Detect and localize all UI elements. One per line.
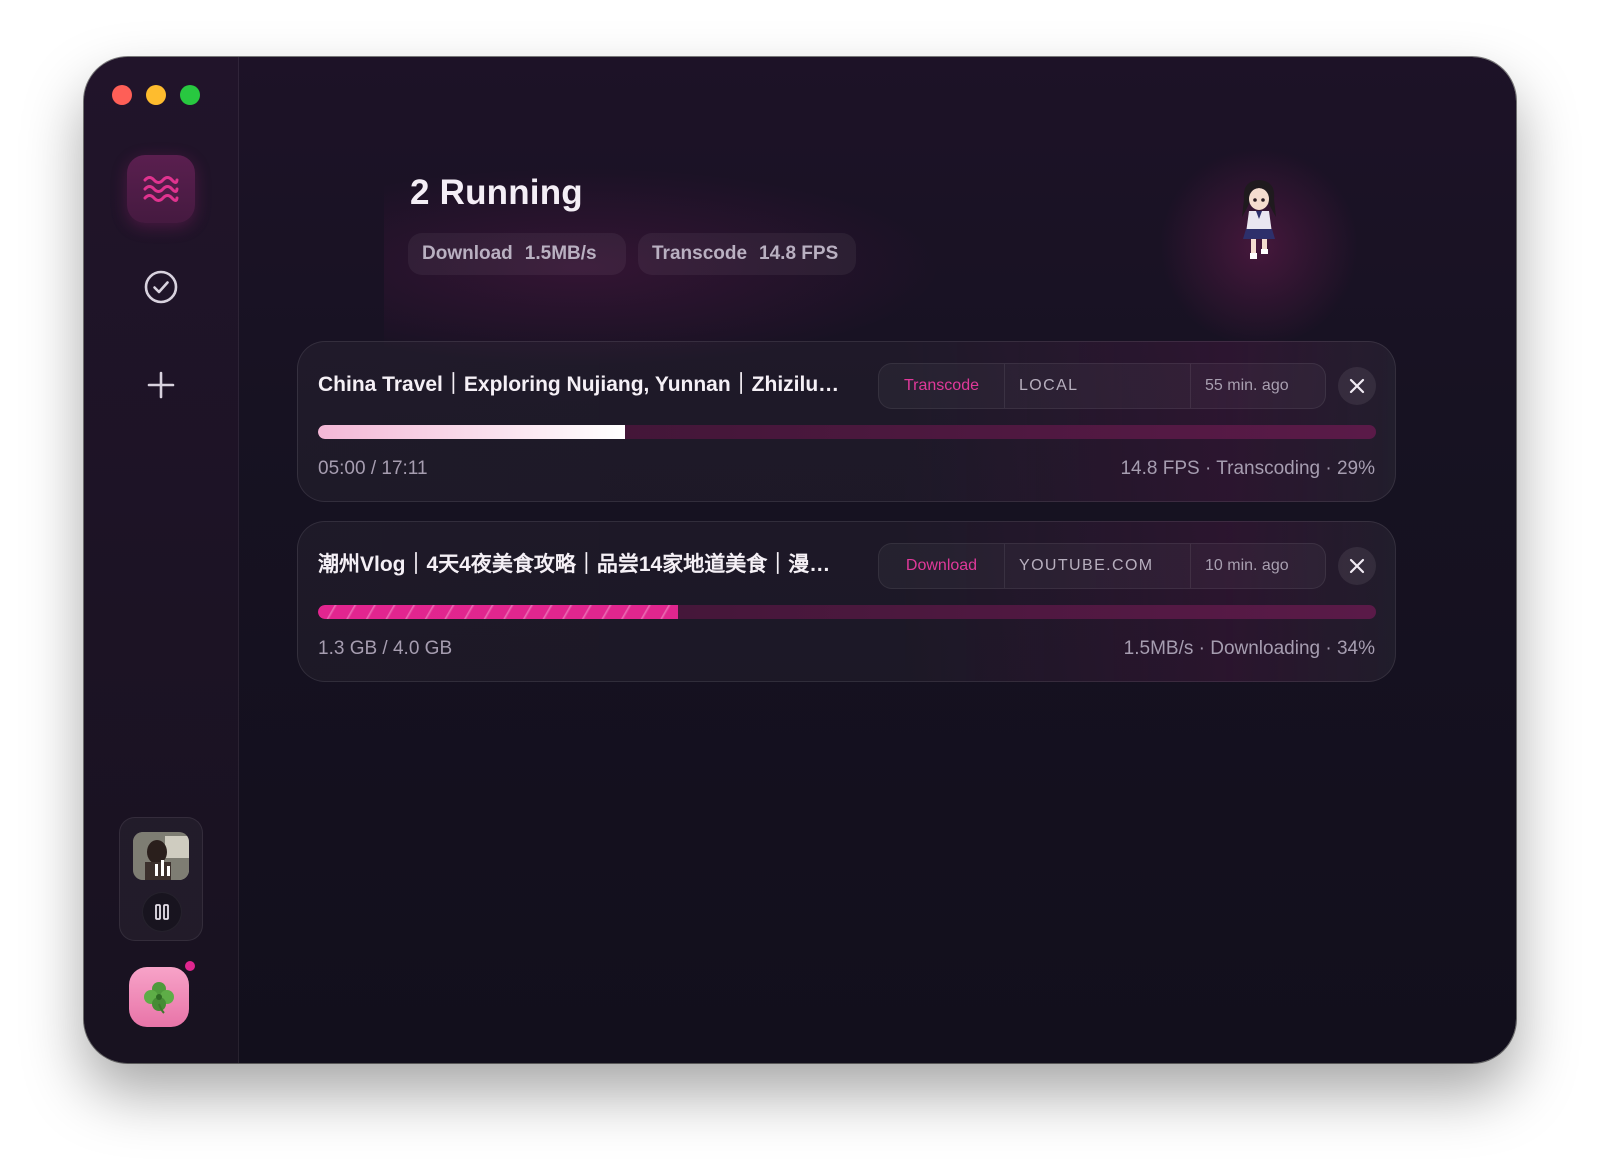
task-meta-bar: Download YOUTUBE.COM 10 min. ago xyxy=(878,543,1326,589)
task-timestamp: 55 min. ago xyxy=(1205,377,1289,394)
task-status: 1.5MB/s · Downloading · 34% xyxy=(1123,638,1375,659)
stat-value: 1.5MB/s xyxy=(524,243,597,264)
progress-bar xyxy=(318,425,1376,439)
profile-button[interactable] xyxy=(129,967,189,1027)
zoom-window-button[interactable] xyxy=(180,85,200,105)
check-circle-icon xyxy=(144,270,178,304)
task-type-tag: Download xyxy=(879,544,1005,588)
close-icon xyxy=(1349,558,1365,574)
task-meta-bar: Transcode LOCAL 55 min. ago xyxy=(878,363,1326,409)
task-title: 潮州Vlog｜4天4夜美食攻略｜品尝14家地道美食｜漫… xyxy=(318,553,831,576)
page-title: 2 Running xyxy=(410,173,583,212)
sidebar xyxy=(84,57,239,1063)
pause-icon xyxy=(155,904,169,920)
stat-value: 14.8 FPS xyxy=(759,243,839,264)
task-card[interactable]: 潮州Vlog｜4天4夜美食攻略｜品尝14家地道美食｜漫… Download YO… xyxy=(297,521,1396,682)
task-source: LOCAL xyxy=(1005,364,1191,408)
minimize-window-button[interactable] xyxy=(146,85,166,105)
task-card[interactable]: China Travel｜Exploring Nujiang, Yunnan｜Z… xyxy=(297,341,1396,502)
close-window-button[interactable] xyxy=(112,85,132,105)
mascot-character xyxy=(1242,180,1276,259)
progress-fill xyxy=(318,605,678,619)
progress-bar xyxy=(318,605,1376,619)
sidebar-item-tasks[interactable] xyxy=(127,155,195,223)
pause-button[interactable] xyxy=(142,892,182,932)
video-thumbnail[interactable] xyxy=(133,832,189,880)
now-playing-widget xyxy=(119,817,203,941)
cancel-task-button[interactable] xyxy=(1338,547,1376,585)
task-progress-detail: 05:00 / 17:11 xyxy=(318,458,428,479)
task-title: China Travel｜Exploring Nujiang, Yunnan｜Z… xyxy=(318,373,840,396)
download-speed-badge: Download 1.5MB/s xyxy=(408,233,626,275)
plus-icon xyxy=(147,371,175,399)
stat-label: Download xyxy=(422,243,513,264)
notification-dot xyxy=(185,961,195,971)
stat-label: Transcode xyxy=(652,243,748,264)
task-timestamp: 10 min. ago xyxy=(1205,557,1289,574)
task-status: 14.8 FPS · Transcoding · 29% xyxy=(1120,458,1375,479)
sidebar-item-add[interactable] xyxy=(127,351,195,419)
sidebar-item-completed[interactable] xyxy=(127,253,195,321)
cancel-task-button[interactable] xyxy=(1338,367,1376,405)
progress-fill xyxy=(318,425,625,439)
clover-icon xyxy=(144,982,174,1014)
thumbnail-image xyxy=(133,832,189,880)
waves-icon xyxy=(143,176,179,202)
transcode-speed-badge: Transcode 14.8 FPS xyxy=(638,233,856,275)
app-window: 2 Running Download 1.5MB/s Transcode 14.… xyxy=(84,57,1516,1063)
task-source: YOUTUBE.COM xyxy=(1005,544,1191,588)
close-icon xyxy=(1349,378,1365,394)
task-progress-detail: 1.3 GB / 4.0 GB xyxy=(318,638,453,659)
task-type-tag: Transcode xyxy=(879,364,1005,408)
